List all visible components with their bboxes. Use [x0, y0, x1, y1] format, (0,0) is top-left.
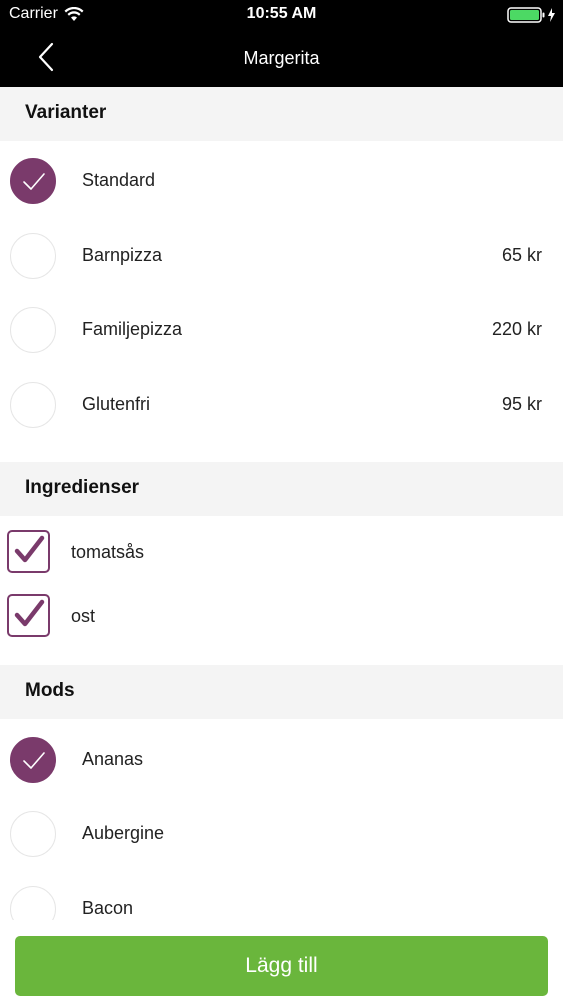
section-header-mods: Mods	[0, 665, 563, 719]
section-title: Ingredienser	[25, 477, 140, 498]
variant-label: Glutenfri	[82, 394, 151, 414]
section-title: Mods	[25, 680, 75, 701]
radio-unselected[interactable]	[10, 307, 56, 353]
variant-price: 220 kr	[491, 319, 542, 339]
radio-unselected[interactable]	[10, 382, 56, 428]
checkbox-checked[interactable]	[7, 594, 50, 637]
section-header-ingredients: Ingredienser	[0, 462, 563, 516]
status-bar: Carrier 10:55 AM	[0, 0, 563, 30]
checkmark-icon	[14, 535, 45, 563]
mod-row-aubergine[interactable]: Aubergine	[0, 798, 563, 872]
radio-selected[interactable]	[10, 737, 56, 783]
mod-label: Bacon	[82, 898, 134, 918]
checkmark-icon	[14, 599, 45, 627]
variant-label: Standard	[82, 170, 156, 190]
variant-row-glutenfri[interactable]: Glutenfri 95 kr	[0, 369, 563, 443]
mod-label: Ananas	[82, 749, 144, 769]
radio-unselected[interactable]	[10, 811, 56, 857]
variant-price: 65 kr	[501, 245, 542, 265]
section-header-variants: Varianter	[0, 87, 563, 141]
variant-label: Familjepizza	[82, 319, 183, 339]
top-bar: Carrier 10:55 AM Margerita	[0, 0, 563, 87]
ingredient-row-ost[interactable]: ost	[0, 584, 563, 648]
variant-price: 95 kr	[501, 394, 542, 414]
nav-bar: Margerita	[0, 30, 563, 87]
ingredient-label: ost	[71, 606, 96, 626]
battery-icon	[507, 6, 557, 24]
mod-row-ananas[interactable]: Ananas	[0, 724, 563, 798]
variant-label: Barnpizza	[82, 245, 163, 265]
variant-row-familjepizza[interactable]: Familjepizza 220 kr	[0, 294, 563, 368]
check-icon	[23, 173, 45, 190]
status-time: 10:55 AM	[246, 5, 317, 22]
radio-selected[interactable]	[10, 158, 56, 204]
check-icon	[23, 752, 45, 769]
section-title: Varianter	[25, 102, 107, 123]
page-title: Margerita	[243, 48, 320, 68]
app-screen: Carrier 10:55 AM Margerita Varianter Sta…	[0, 0, 563, 1000]
checkbox-checked[interactable]	[7, 530, 50, 573]
variant-row-standard[interactable]: Standard	[0, 145, 563, 219]
add-to-cart-button[interactable]: Lägg till	[15, 936, 548, 996]
radio-unselected[interactable]	[10, 233, 56, 279]
variant-row-barnpizza[interactable]: Barnpizza 65 kr	[0, 220, 563, 294]
mod-label: Aubergine	[82, 823, 165, 843]
ingredient-row-tomatsas[interactable]: tomatsås	[0, 520, 563, 584]
ingredient-label: tomatsås	[71, 542, 145, 562]
